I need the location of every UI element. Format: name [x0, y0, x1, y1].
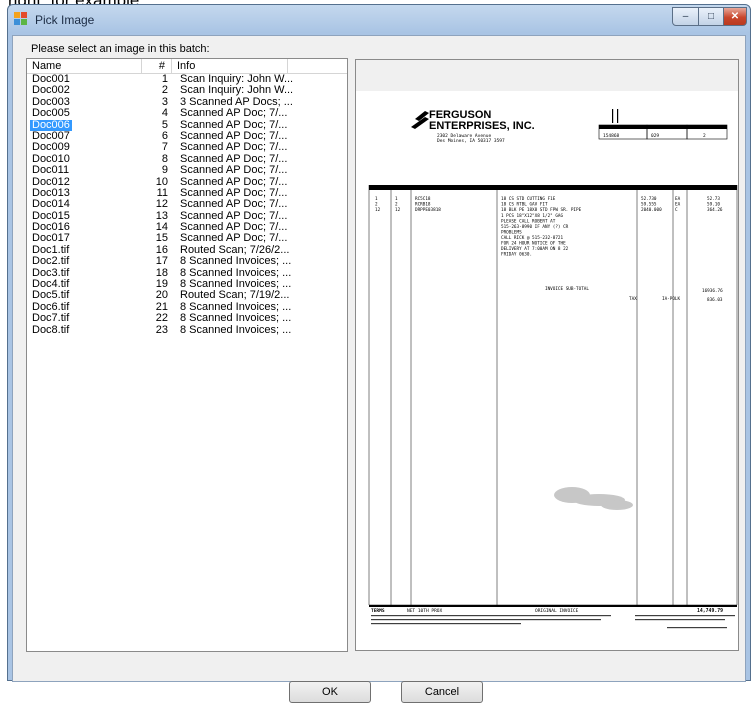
invoice-note-line: 515-263-8990 IF ANY (?) CR	[501, 224, 569, 230]
invoice-note-line: DELIVERY AT 7:00AM ON 8 22	[501, 246, 569, 252]
close-icon: ✕	[730, 11, 740, 22]
line-item-um: EA	[675, 202, 681, 208]
tax-label: TAX	[629, 296, 637, 302]
invoice-preview-image: FERGUSON ENTERPRISES, INC. 2302 Delaware…	[367, 105, 738, 645]
line-item-amount: 364.26	[707, 207, 723, 213]
line-item-desc: 18 CS RTBL GAV FIT	[501, 202, 548, 208]
line-item-price: 2040.000	[641, 207, 662, 213]
list-item-name: Doc7.tif	[32, 312, 70, 325]
footer-total: 14,749.79	[697, 608, 723, 614]
minimize-button[interactable]: –	[672, 7, 699, 26]
list-item-name: Doc8.tif	[32, 323, 70, 336]
window-title: Pick Image	[35, 13, 95, 27]
invoice-note-line: FRIDAY 0630.	[501, 252, 532, 258]
list-header: Name # Info	[27, 59, 347, 74]
column-header-number[interactable]: #	[142, 59, 172, 73]
image-app-icon	[14, 12, 27, 25]
minimize-icon: –	[682, 11, 689, 22]
subtotal-label: INVOICE SUB-TOTAL	[545, 286, 589, 292]
maximize-button[interactable]: □	[698, 7, 724, 26]
line-item-price: 52.730	[641, 196, 657, 202]
image-preview-pane: FERGUSON ENTERPRISES, INC. 2302 Delaware…	[355, 59, 739, 651]
line-item-ship: 12	[395, 207, 401, 213]
list-item-info: 8 Scanned Invoices; ...	[180, 255, 292, 268]
dialog-client-area: Please select an image in this batch: Na…	[12, 35, 746, 682]
list-item[interactable]: Doc011 9 Scanned AP Doc; 7/...	[27, 164, 347, 177]
line-item-ord: 1	[375, 196, 378, 202]
line-item-amount: 52.73	[707, 196, 720, 202]
footer-terms: TERMS	[371, 608, 385, 614]
list-rows: Doc001 1 Scan Inquiry: John W... Doc002 2 Sca…	[27, 73, 347, 336]
list-item-number: 22	[155, 312, 168, 325]
close-button[interactable]: ✕	[723, 7, 747, 26]
invoice-notes: 1 PCS 18"X12"X8 1/2" GAGPLEASE CALL ROBE…	[501, 213, 569, 258]
line-item-ship: 2	[395, 202, 398, 208]
list-item-name: Doc005	[32, 107, 70, 120]
header-customer: 029	[651, 133, 659, 139]
list-item-info: 8 Scanned Invoices; ...	[180, 323, 292, 336]
invoice-note-line: CALL RICK @ 515-232-8721	[501, 235, 563, 241]
list-item[interactable]: Doc7.tif 22 8 Scanned Invoices; ...	[27, 312, 347, 325]
list-item[interactable]: Doc8.tif 23 8 Scanned Invoices; ...	[27, 323, 347, 336]
list-item-number: 4	[161, 107, 168, 120]
list-item[interactable]: Doc014 12 Scanned AP Doc; 7/...	[27, 198, 347, 211]
list-item-name: Doc014	[32, 198, 70, 211]
line-item-ship: 1	[395, 196, 398, 202]
stamp-smudge	[554, 487, 633, 510]
invoice-note-line: 1 PCS 18"X12"X8 1/2" GAG	[501, 213, 563, 219]
list-item-number: 17	[155, 255, 168, 268]
ok-button[interactable]: OK	[289, 681, 371, 703]
column-header-info[interactable]: Info	[172, 59, 288, 73]
footer-fine-print	[371, 615, 735, 629]
invoice-note-line: PROBLEMS	[501, 230, 522, 236]
line-item-amount: 59.10	[707, 202, 720, 208]
select-prompt: Please select an image in this batch:	[31, 43, 210, 55]
tax-value: 836.03	[707, 297, 723, 303]
invoice-note-line: PLEASE CALL ROBERT AT	[501, 219, 556, 225]
list-item-name: Doc2.tif	[32, 255, 70, 268]
line-item-um: C	[675, 207, 678, 213]
company-name-line2: ENTERPRISES, INC.	[429, 120, 535, 132]
list-item[interactable]: Doc005 4 Scanned AP Doc; 7/...	[27, 107, 347, 120]
footer-terms-value: NET 10TH PROX	[407, 608, 443, 614]
table-header-band	[369, 185, 737, 190]
ferguson-logo: FERGUSON ENTERPRISES, INC.	[411, 109, 535, 132]
title-bar[interactable]: Pick Image – □ ✕	[8, 5, 750, 35]
list-item-info: Scanned AP Doc; 7/...	[180, 198, 288, 211]
line-item-part: RC5C18	[415, 196, 431, 202]
list-item-info: Scanned AP Doc; 7/...	[180, 107, 288, 120]
line-item-part: RCRB18	[415, 202, 431, 208]
list-item[interactable]: Doc2.tif 17 8 Scanned Invoices; ...	[27, 255, 347, 268]
list-item-number: 23	[155, 323, 168, 336]
subtotal-value: 16936.76	[702, 288, 723, 294]
invoice-header-boxes: 154868 029 2	[598, 124, 728, 140]
list-item-info: Scanned AP Doc; 7/...	[180, 164, 288, 177]
line-item-desc: 18 BLK PE 18X8 STD FPW SR. PIPE	[501, 207, 582, 213]
line-item-part: DRPPE03818	[415, 207, 441, 213]
column-header-name[interactable]: Name	[27, 59, 142, 73]
cancel-button[interactable]: Cancel	[401, 681, 483, 703]
preview-toolbar-area	[356, 60, 738, 91]
list-item-number: 9	[161, 164, 168, 177]
line-item-ord: 2	[375, 202, 378, 208]
address-line2: Des Moines, IA 50317 3597	[437, 138, 505, 144]
invoice-line-items: 1 1 RC5C18 18 CS STD CUTTING F1E 52.730 EA 52.…	[375, 196, 723, 213]
maximize-icon: □	[707, 11, 715, 22]
line-item-desc: 18 CS STD CUTTING F1E	[501, 196, 556, 202]
invoice-note-line: FOR 24 HOUR NOTICE OF THE	[501, 241, 566, 247]
footer-original-invoice: ORIGINAL INVOICE	[535, 608, 579, 614]
tax-code: IA-POLK	[662, 296, 681, 302]
pick-image-dialog: Pick Image – □ ✕ Please select an image …	[7, 4, 751, 682]
list-item-number: 12	[155, 198, 168, 211]
list-item-name: Doc011	[32, 164, 70, 177]
list-item-info: 8 Scanned Invoices; ...	[180, 312, 292, 325]
line-item-um: EA	[675, 196, 681, 202]
line-item-price: 59.555	[641, 202, 657, 208]
line-item-ord: 12	[375, 207, 381, 213]
header-invoice-number: 154868	[603, 133, 620, 139]
header-page: 2	[703, 133, 706, 139]
image-list[interactable]: Name # Info Doc001 1 Scan Inquiry: John W.…	[26, 58, 348, 652]
